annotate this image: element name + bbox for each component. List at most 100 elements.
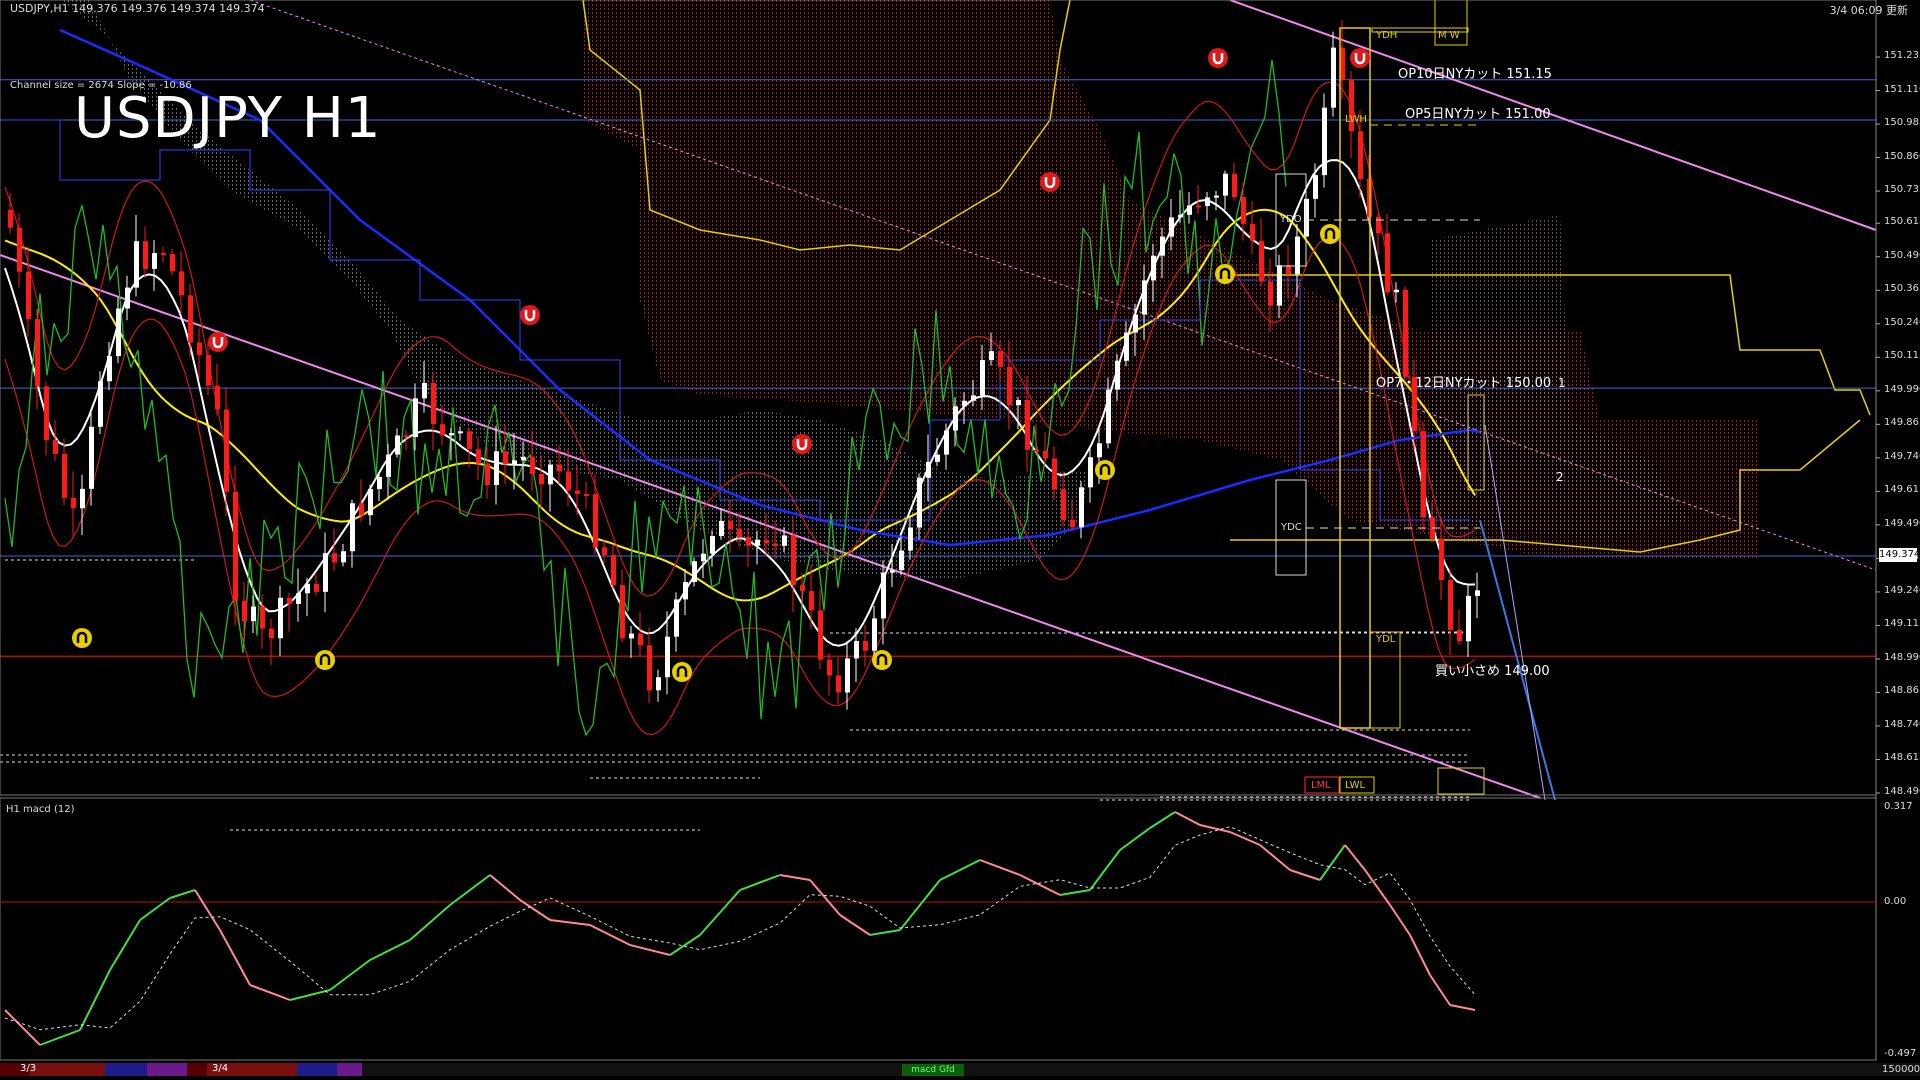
macd-line-segment [1389,904,1411,936]
candle-bull [1178,214,1183,218]
candle-bear [71,497,76,509]
arrow-down-fractal-icon [1040,172,1060,192]
macd-line-segment [249,984,291,1001]
candle-bear [161,253,166,256]
chart-window[interactable]: USDJPY,H1 149.376 149.376 149.374 149.37… [0,0,1920,1080]
level-label-op10: OP10日NYカット 151.15 [1398,67,1552,82]
candle-bull [116,308,121,357]
price-axis-label: 151.110 [1884,83,1920,95]
candle-bull [701,553,706,562]
candle-bull [1088,457,1093,488]
candle-bull [152,253,157,269]
price-chart[interactable] [0,0,1920,1080]
candle-bull [296,593,301,604]
candle-bear [620,585,625,639]
candle-bull [341,551,346,563]
marker-2: 2 [1556,470,1564,484]
candle-bull [881,572,886,619]
price-axis-label: 149.115 [1884,618,1920,630]
volume-scale-value: 150000 [1882,1064,1920,1075]
macd-signal-line [4,826,1476,1031]
macd-line-segment [1119,827,1151,851]
candle-bear [638,633,643,646]
box-label-ydc: YDC [1281,522,1302,533]
candle-bear [1421,431,1426,518]
candle-bull [386,454,391,477]
candle-bear [197,342,202,356]
price-axis-label: 150.365 [1884,283,1920,295]
price-axis-label: 148.490 [1884,786,1920,797]
candle-bear [26,271,31,320]
candle-bear [503,451,508,465]
candle-bear [1457,629,1462,642]
macd-line-segment [1319,844,1346,881]
macd-line-segment [1059,889,1091,896]
macd-line-segment [809,879,841,916]
candle-bear [539,473,544,485]
macd-line-segment [329,959,371,991]
macd-line-segment [194,889,221,931]
macd-line-segment [219,929,251,986]
price-axis-label: 149.740 [1884,450,1920,462]
update-clock: 3/4 06:09 更新 [1829,4,1908,17]
box-ydl [1369,631,1401,729]
macd-top-value: 0.317 [1884,801,1913,812]
candle-bull [1115,360,1120,390]
price-axis-label: 149.990 [1884,383,1920,395]
arrow-up-fractal-icon [315,650,335,670]
candle-bull [683,582,688,600]
candle-bear [1250,223,1255,241]
candle-bear [1025,400,1030,450]
candle-bear [1061,489,1066,520]
candle-bull [350,503,355,552]
macd-line-segment [899,879,941,931]
candle-bear [1007,366,1012,406]
price-axis-label: 148.740 [1884,718,1920,730]
candle-bear [170,253,175,272]
macd-line-segment [699,889,741,936]
candle-bear [143,241,148,269]
box-label-lml: LML [1311,780,1331,791]
candle-bear [314,583,319,592]
macd-pane-border [0,797,1877,1061]
arrow-up-fractal-icon [872,650,892,670]
box-label-mw: M W [1438,30,1460,41]
candle-bull [1331,47,1336,108]
macd-line-segment [449,874,491,906]
candle-bull [674,599,679,637]
macd-line-segment [489,874,521,901]
macd-line-segment [1149,811,1176,829]
candle-bull [1133,314,1138,333]
candle-bear [1043,450,1048,459]
candle-bear [332,553,337,563]
candle-bull [458,431,463,434]
box-label-ydo: YDO [1280,214,1302,225]
candle-bull [1187,205,1192,215]
arrow-up-fractal-icon [1215,264,1235,284]
candle-bull [944,430,949,455]
indicator-tag: macd Gfd [902,1064,964,1076]
candle-bull [854,640,859,659]
macd-line-segment [1344,844,1366,871]
candle-bull [521,456,526,461]
macd-line-segment [869,929,901,936]
candle-bull [1097,443,1102,458]
macd-line-segment [1429,974,1451,1006]
candle-bear [998,351,1003,367]
candle-bear [791,535,796,585]
candle-bear [1232,173,1237,197]
candle-bear [557,464,562,472]
macd-line-segment [409,904,451,941]
candle-bear [1259,240,1264,282]
candle-bull [251,606,256,622]
candle-bull [368,489,373,516]
candle-bull [1106,389,1111,444]
candle-bull [971,395,976,401]
candle-bull [656,677,661,691]
arrow-down-fractal-icon [520,305,540,325]
candle-bull [935,454,940,462]
candle-bull [629,633,634,639]
candle-bear [35,319,40,387]
macd-zero-value: 0.00 [1884,896,1907,907]
price-axis-label: 150.860 [1884,150,1920,162]
